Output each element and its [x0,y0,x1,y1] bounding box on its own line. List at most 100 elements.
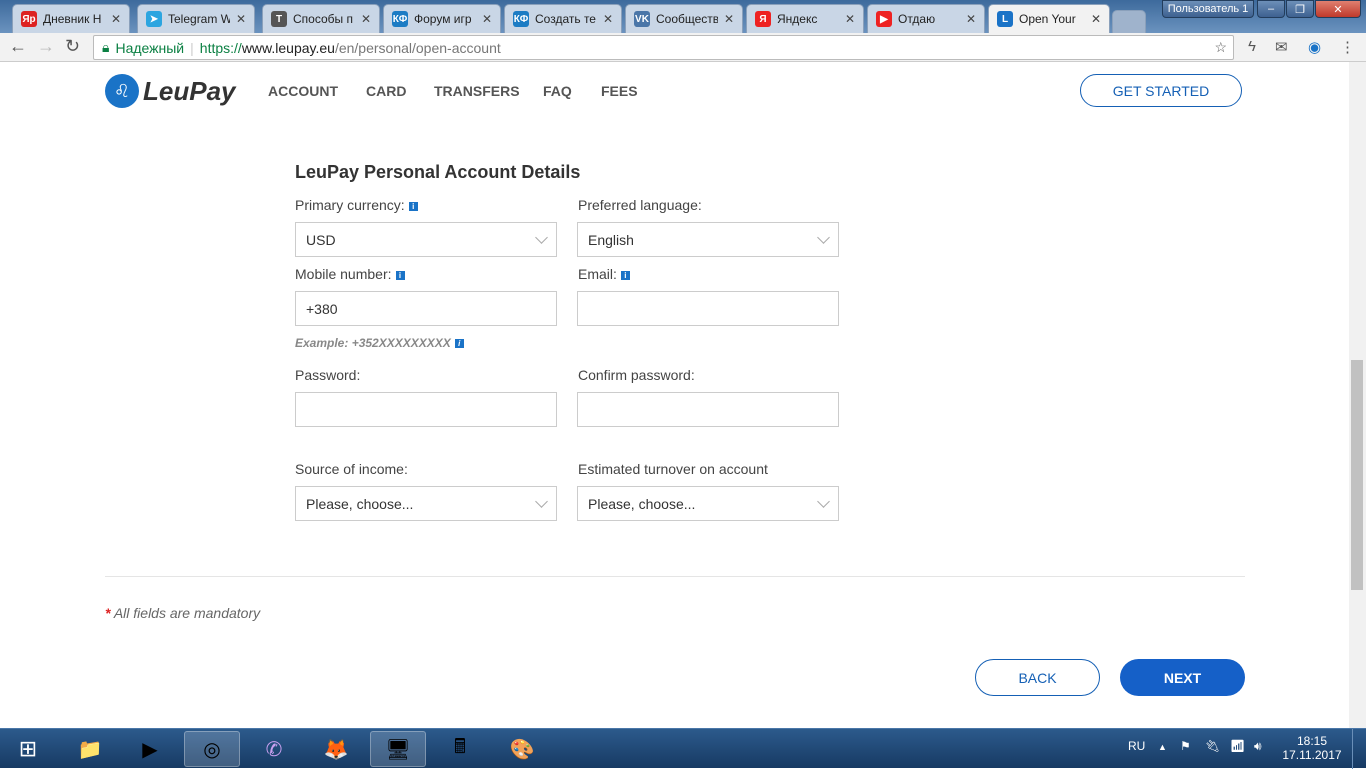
logo-text: LeuPay [143,75,236,106]
menu-dots-icon[interactable]: ⋮ [1340,38,1355,56]
app-taskbar-icon[interactable]: 🖥 [370,731,426,767]
tab-close-icon[interactable]: ✕ [361,12,371,26]
address-bar[interactable]: 🔒︎ Надежный | https://www.leupay.eu/en/p… [93,35,1234,60]
browser-tab[interactable]: VK Сообществ ✕ [625,4,743,33]
next-button[interactable]: NEXT [1120,659,1245,696]
chevron-down-icon [535,495,548,508]
viber-taskbar-icon[interactable]: ✆ [246,731,302,767]
mobile-example: Example: +352XXXXXXXXX [295,336,451,350]
income-label: Source of income: [295,461,408,477]
browser-tab[interactable]: ➤ Telegram W ✕ [137,4,255,33]
new-tab-button[interactable] [1112,10,1146,33]
browser-tab[interactable]: КФ Форум игр ✕ [383,4,501,33]
clock[interactable]: 18:15 17.11.2017 [1282,734,1342,762]
tab-favicon-icon: L [997,11,1013,27]
mobile-input[interactable]: +380 [295,291,557,326]
time: 18:15 [1296,734,1328,748]
primary-currency-label: Primary currency: [295,197,405,213]
tab-close-icon[interactable]: ✕ [845,12,855,26]
tab-close-icon[interactable]: ✕ [966,12,976,26]
page-content: ♌︎ LeuPay ACCOUNT CARD TRANSFERS FAQ FEE… [0,62,1349,728]
info-icon[interactable]: i [620,270,630,280]
chrome-taskbar-icon[interactable]: ◎ [184,731,240,767]
mandatory-note: All fields are mandatory [113,605,261,621]
info-icon[interactable]: i [408,201,418,211]
back-button[interactable]: BACK [975,659,1100,696]
income-select[interactable]: Please, choose... [295,486,557,521]
nav-transfers[interactable]: TRANSFERS [434,83,520,99]
url-path: /en/personal/open-account [334,39,501,56]
firefox-taskbar-icon[interactable]: 🦊 [308,731,364,767]
nav-account[interactable]: ACCOUNT [268,83,338,99]
tab-close-icon[interactable]: ✕ [603,12,613,26]
required-asterisk: * [105,605,111,621]
bookmark-star-icon[interactable]: ☆ [1214,39,1227,56]
leupay-logo[interactable]: ♌︎ LeuPay [105,74,236,108]
language-label: Preferred language: [578,197,702,213]
scrollbar[interactable] [1349,62,1366,728]
browser-tab[interactable]: КФ Создать те ✕ [504,4,622,33]
lightning-extension-icon[interactable]: ϟ [1248,38,1256,55]
volume-icon[interactable]: 🔊︎ [1254,739,1262,754]
close-window-button[interactable]: ✕ [1315,0,1361,18]
tab-title: Сообществ [656,12,718,26]
start-button[interactable]: ⊞ [2,731,54,767]
taskbar: ⊞ 📁 ▶ ◎ ✆ 🦊 🖥 🖩 🎨 RU ▲ ⚑ 🔌︎ 📶︎ 🔊︎ 18:15 1… [0,728,1366,769]
turnover-select[interactable]: Please, choose... [577,486,839,521]
scrollbar-thumb[interactable] [1351,360,1363,590]
info-icon[interactable]: i [395,270,405,280]
tab-favicon-icon: T [271,11,287,27]
reload-icon[interactable]: ↻ [65,36,80,57]
get-started-button[interactable]: GET STARTED [1080,74,1242,107]
nav-faq[interactable]: FAQ [543,83,572,99]
maximize-button[interactable]: ❐ [1286,0,1314,18]
tab-close-icon[interactable]: ✕ [1091,12,1101,26]
tab-strip: Яр Дневник Н ✕ ➤ Telegram W ✕ T Способы п ✕ КФ Фор… [0,0,1366,33]
tab-title: Дневник Н [43,12,102,26]
confirm-password-input[interactable] [577,392,839,427]
browser-tab[interactable]: L Open Your ✕ [988,4,1110,33]
user-profile-button[interactable]: Пользователь 1 [1162,0,1254,18]
browser-tab[interactable]: T Способы п ✕ [262,4,380,33]
tab-favicon-icon: Яр [21,11,37,27]
select-value: USD [306,231,336,248]
date: 17.11.2017 [1282,748,1342,762]
info-icon[interactable]: i [454,339,464,349]
browser-tab[interactable]: ▶ Отдаю ✕ [867,4,985,33]
browser-tab[interactable]: Яр Дневник Н ✕ [12,4,130,33]
show-desktop-button[interactable] [1352,729,1366,769]
browser-tab[interactable]: Я Яндекс ✕ [746,4,864,33]
tray-expand-icon[interactable]: ▲ [1158,742,1167,752]
tab-close-icon[interactable]: ✕ [111,12,121,26]
tab-favicon-icon: КФ [392,11,408,27]
tab-close-icon[interactable]: ✕ [236,12,246,26]
language-select[interactable]: English [577,222,839,257]
explorer-taskbar-icon[interactable]: 📁 [62,731,118,767]
forward-arrow-icon[interactable]: → [37,36,55,57]
tab-close-icon[interactable]: ✕ [724,12,734,26]
action-center-flag-icon[interactable]: ⚑ [1180,739,1191,753]
calculator-taskbar-icon[interactable]: 🖩 [432,731,488,767]
network-signal-icon[interactable]: 📶︎ [1230,739,1245,753]
back-arrow-icon[interactable]: ← [9,36,27,57]
mail-extension-icon[interactable]: ✉ [1275,38,1288,56]
paint-taskbar-icon[interactable]: 🎨 [494,731,550,767]
email-input[interactable] [577,291,839,326]
tab-title: Open Your [1019,12,1076,26]
email-label: Email: [578,266,617,282]
language-indicator[interactable]: RU [1128,739,1145,753]
tab-close-icon[interactable]: ✕ [482,12,492,26]
nav-fees[interactable]: FEES [601,83,638,99]
primary-currency-select[interactable]: USD [295,222,557,257]
confirm-password-label: Confirm password: [578,367,695,383]
password-input[interactable] [295,392,557,427]
power-icon[interactable]: 🔌︎ [1205,739,1220,753]
minimize-button[interactable]: – [1257,0,1285,18]
tab-title: Отдаю [898,12,936,26]
divider [105,576,1245,577]
nav-card[interactable]: CARD [366,83,406,99]
chevron-down-icon [817,231,830,244]
select-value: Please, choose... [588,495,696,512]
mail-ru-extension-icon[interactable]: ◉ [1308,38,1321,56]
media-player-taskbar-icon[interactable]: ▶ [122,731,178,767]
